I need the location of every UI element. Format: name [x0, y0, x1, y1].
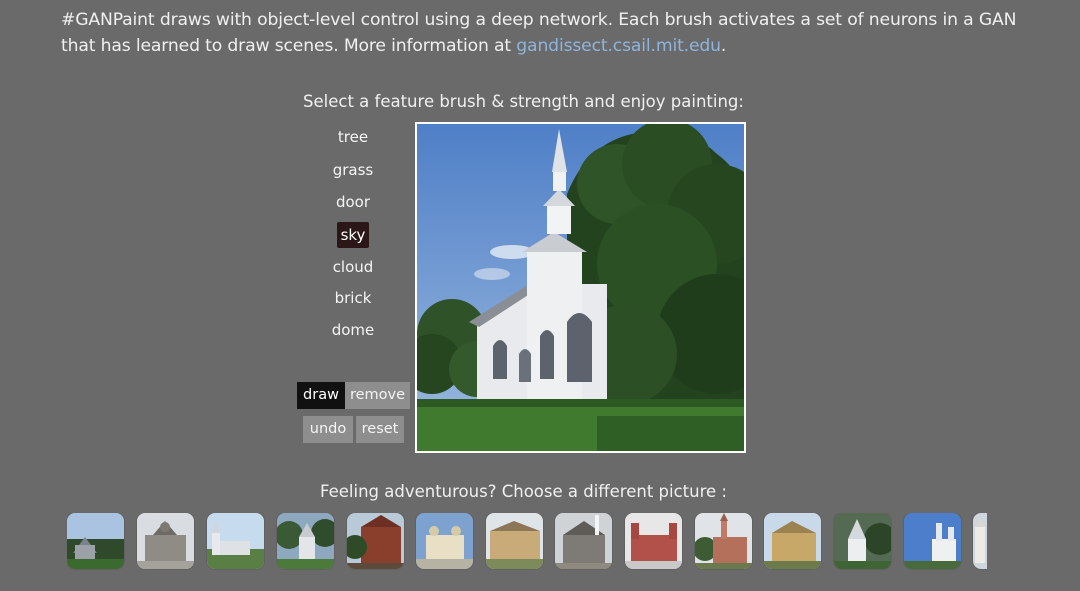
- project-link[interactable]: gandissect.csail.mit.edu: [516, 36, 721, 56]
- brush-label: sky: [336, 222, 370, 248]
- brush-label: brick: [334, 289, 372, 307]
- thumbnail-9[interactable]: [625, 513, 682, 569]
- church-thumbnail-image: [904, 513, 961, 569]
- brush-cloud[interactable]: cloud: [323, 254, 383, 280]
- thumbnail-8[interactable]: [555, 513, 612, 569]
- brush-brick[interactable]: brick: [323, 285, 383, 311]
- brush-label: door: [335, 193, 371, 211]
- brush-door[interactable]: door: [323, 189, 383, 215]
- brush-label: dome: [331, 321, 375, 339]
- church-thumbnail-image: [834, 513, 891, 569]
- thumbnail-14[interactable]: [973, 513, 987, 569]
- thumbnail-4[interactable]: [277, 513, 334, 569]
- picture-gallery: [67, 513, 987, 571]
- brush-label: tree: [337, 128, 369, 146]
- church-thumbnail-image: [764, 513, 821, 569]
- draw-button[interactable]: draw: [297, 382, 345, 409]
- intro-text: #GANPaint draws with object-level contro…: [61, 7, 1021, 59]
- thumbnail-11[interactable]: [764, 513, 821, 569]
- intro-suffix: .: [720, 36, 727, 56]
- brush-prompt: Select a feature brush & strength and en…: [303, 92, 744, 111]
- remove-button[interactable]: remove: [345, 382, 410, 409]
- church-thumbnail-image: [625, 513, 682, 569]
- church-thumbnail-image: [695, 513, 752, 569]
- undo-button[interactable]: undo: [303, 416, 353, 443]
- reset-button[interactable]: reset: [356, 416, 404, 443]
- church-thumbnail-image: [207, 513, 264, 569]
- church-thumbnail-image: [973, 513, 987, 569]
- picture-prompt: Feeling adventurous? Choose a different …: [320, 482, 727, 501]
- church-thumbnail-image: [416, 513, 473, 569]
- thumbnail-5[interactable]: [347, 513, 404, 569]
- church-scene-image: [417, 124, 744, 451]
- church-thumbnail-image: [67, 513, 124, 569]
- thumbnail-1[interactable]: [67, 513, 124, 569]
- church-thumbnail-image: [137, 513, 194, 569]
- church-thumbnail-image: [347, 513, 404, 569]
- thumbnail-10[interactable]: [695, 513, 752, 569]
- thumbnail-3[interactable]: [207, 513, 264, 569]
- brush-tree[interactable]: tree: [323, 124, 383, 150]
- brush-sky[interactable]: sky: [323, 222, 383, 248]
- thumbnail-2[interactable]: [137, 513, 194, 569]
- thumbnail-6[interactable]: [416, 513, 473, 569]
- painting-canvas[interactable]: [415, 122, 746, 453]
- thumbnail-12[interactable]: [834, 513, 891, 569]
- brush-label: grass: [332, 161, 374, 179]
- thumbnail-7[interactable]: [486, 513, 543, 569]
- brush-dome[interactable]: dome: [323, 317, 383, 343]
- church-thumbnail-image: [486, 513, 543, 569]
- brush-label: cloud: [332, 258, 374, 276]
- church-thumbnail-image: [277, 513, 334, 569]
- thumbnail-13[interactable]: [904, 513, 961, 569]
- brush-grass[interactable]: grass: [323, 157, 383, 183]
- church-thumbnail-image: [555, 513, 612, 569]
- ganpaint-page: #GANPaint draws with object-level contro…: [0, 0, 1080, 591]
